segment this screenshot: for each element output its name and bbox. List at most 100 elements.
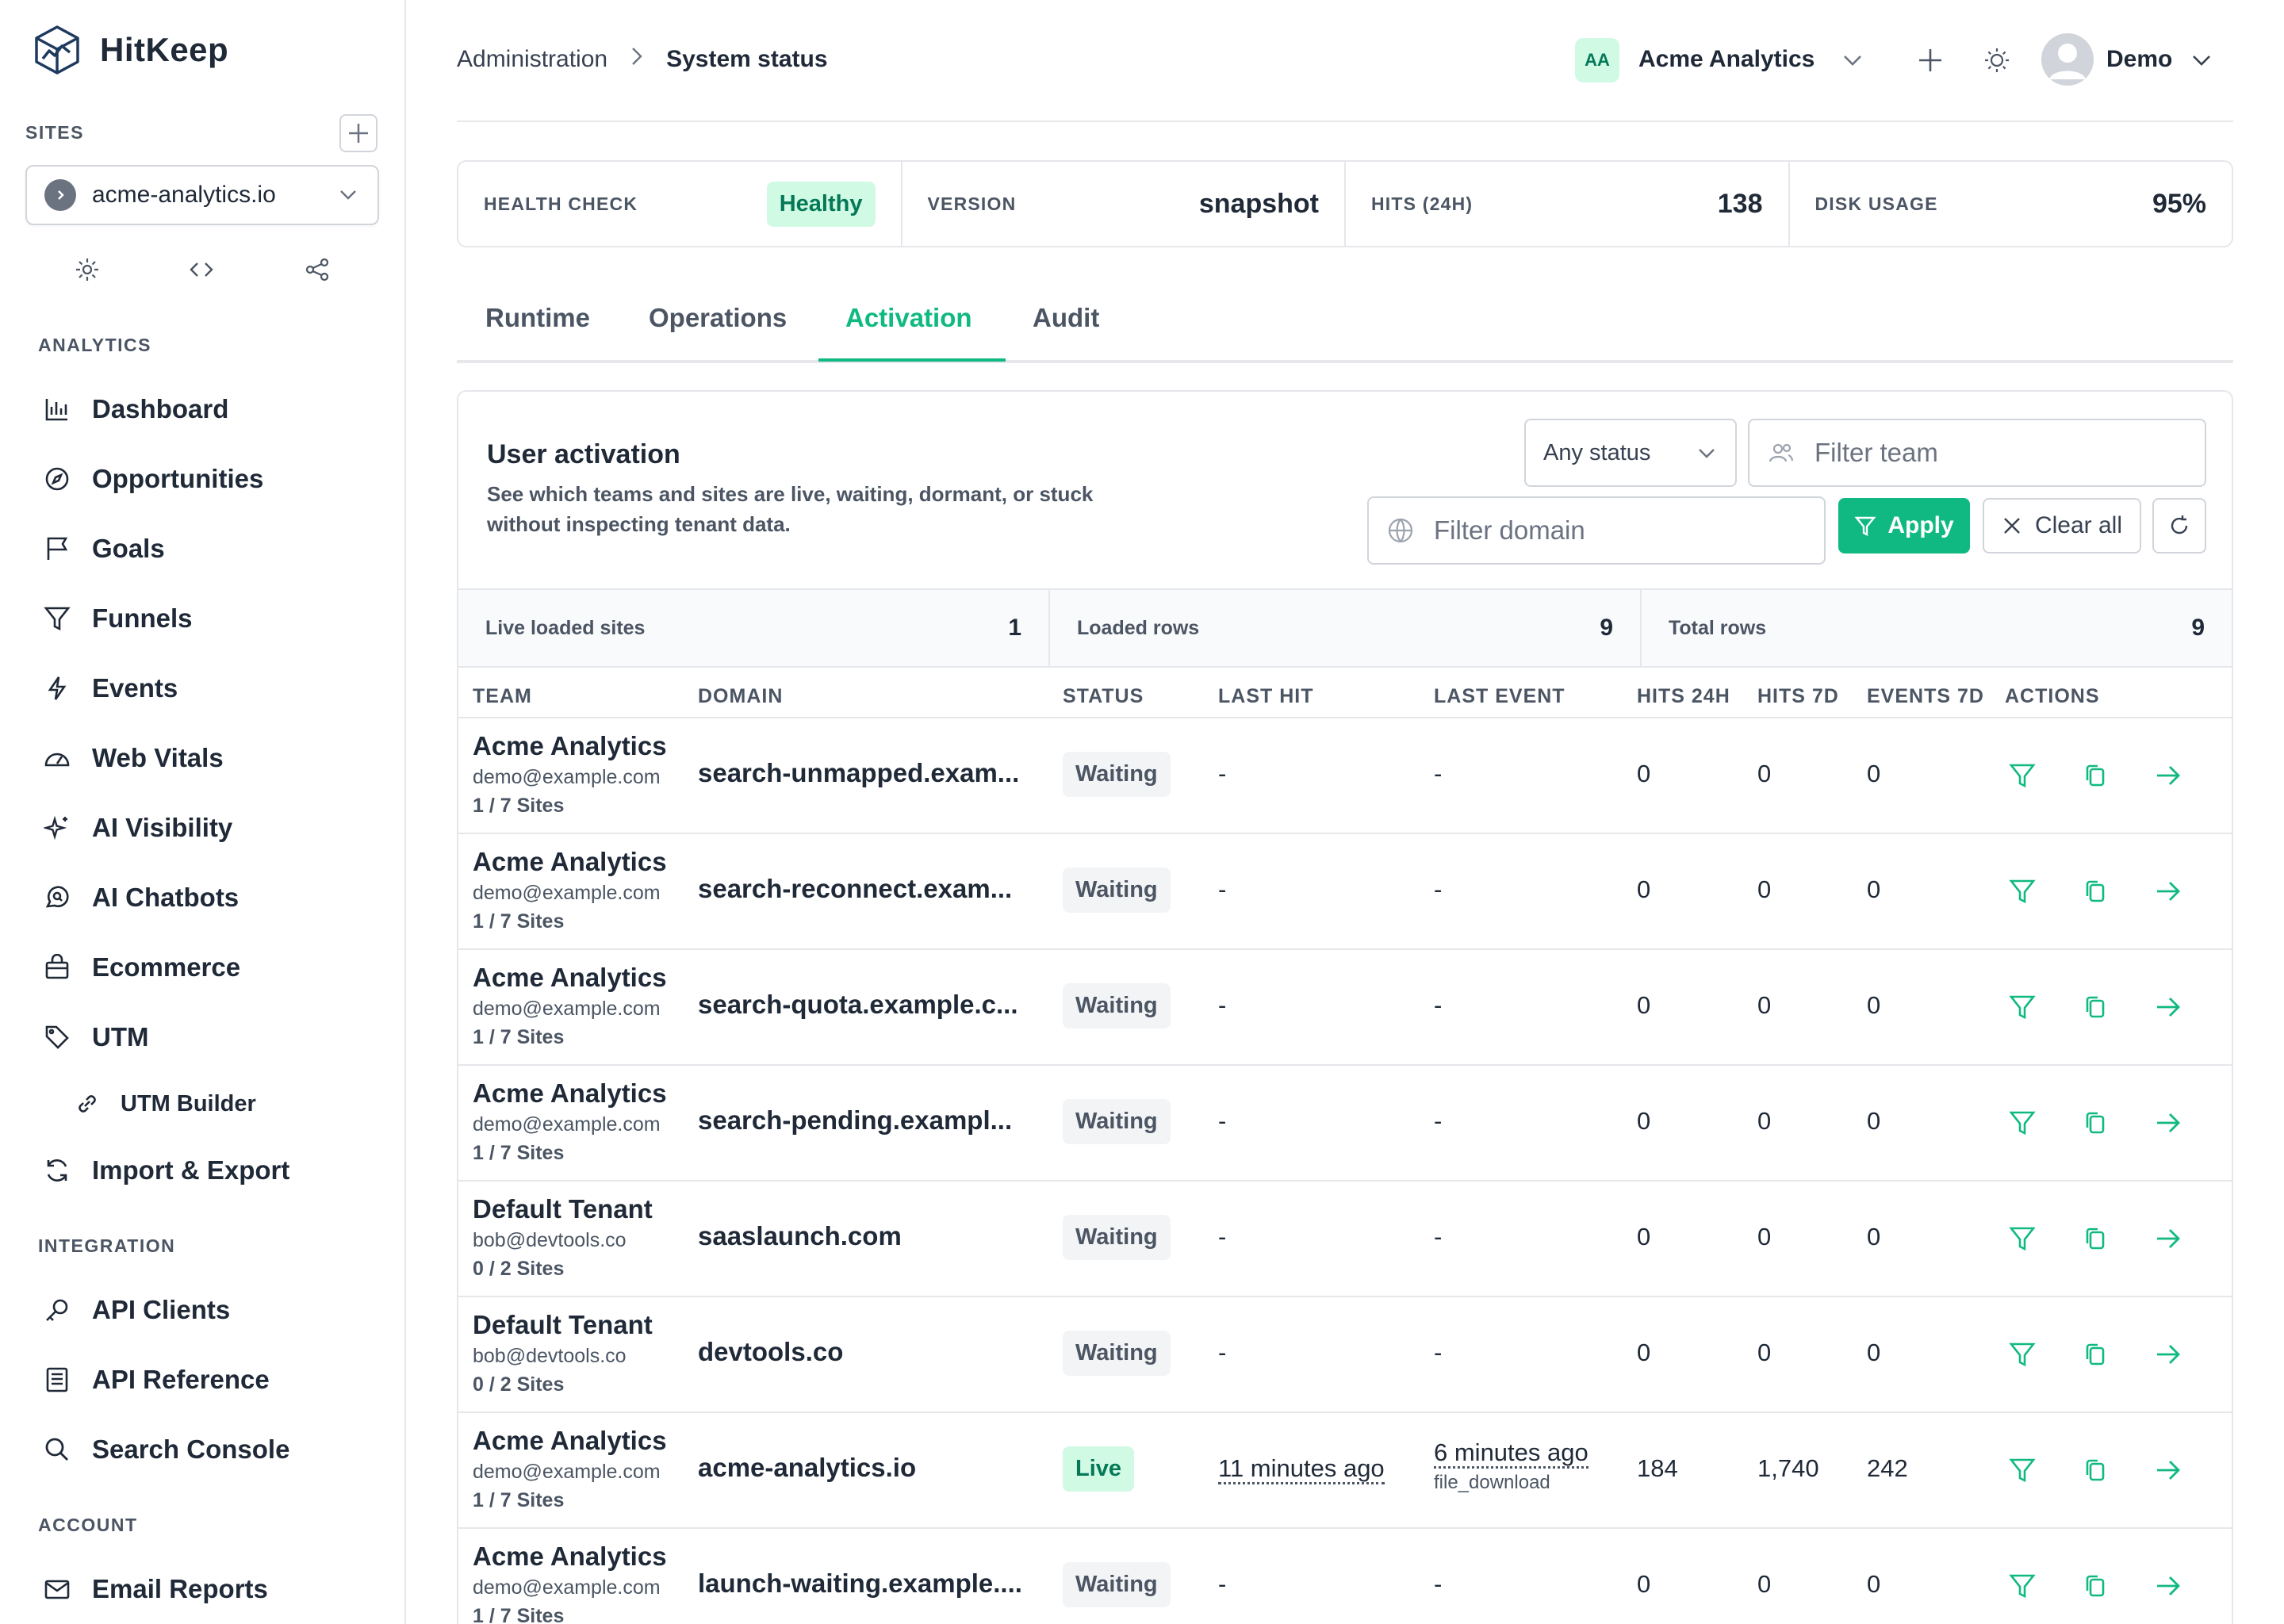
last-event-value: - (1434, 1339, 1443, 1366)
filter-row-button[interactable] (2005, 1105, 2040, 1140)
nav-item-funnels[interactable]: Funnels (41, 595, 193, 642)
hits-24h-cell: 0 (1637, 1339, 1651, 1366)
brand[interactable]: HitKeep (33, 24, 228, 76)
apply-button[interactable]: Apply (1838, 498, 1970, 553)
filter-row-button[interactable] (2005, 1568, 2040, 1603)
last-hit-value[interactable]: 11 minutes ago (1218, 1454, 1385, 1484)
nav-section-integration: INTEGRATION (38, 1235, 176, 1256)
nav-item-label: Events (92, 673, 178, 703)
status-filter-select[interactable]: Any status (1524, 419, 1737, 487)
nav-item-label: Goals (92, 534, 165, 563)
active-tab-indicator (818, 358, 1006, 362)
nav-item-label: API Reference (92, 1365, 270, 1394)
user-name[interactable]: Demo (2106, 46, 2172, 73)
nav-item-ecommerce[interactable]: Ecommerce (41, 944, 240, 991)
summary-value: 9 (2191, 615, 2205, 641)
column-header-hits-7d[interactable]: HITS 7D (1757, 685, 1839, 708)
open-row-button[interactable] (2151, 990, 2186, 1025)
tab-operations[interactable]: Operations (649, 303, 787, 333)
funnel-icon (2009, 995, 2036, 1020)
copy-row-button[interactable] (2078, 874, 2113, 909)
nav-item-events[interactable]: Events (41, 665, 178, 712)
filter-row-button[interactable] (2005, 990, 2040, 1025)
nav-item-api-clients[interactable]: API Clients (41, 1286, 230, 1334)
theme-toggle-button[interactable] (1978, 41, 2016, 79)
search-icon (41, 1434, 73, 1465)
hits-7d-cell: 0 (1757, 1339, 1772, 1366)
stat-label: HITS (24H) (1371, 193, 1473, 214)
user-icon (2041, 33, 2094, 86)
nav-item-email-reports[interactable]: Email Reports (41, 1565, 268, 1613)
column-header-team[interactable]: TEAM (473, 685, 532, 708)
tab-audit[interactable]: Audit (1033, 303, 1099, 333)
add-button[interactable] (1911, 41, 1949, 79)
site-code-button[interactable] (184, 252, 219, 287)
column-header-hits-24h[interactable]: HITS 24H (1637, 685, 1730, 708)
arrow-right-icon (2157, 1461, 2180, 1480)
domain-cell: acme-analytics.io (698, 1453, 917, 1482)
open-row-button[interactable] (2151, 1568, 2186, 1603)
nav-item-goals[interactable]: Goals (41, 525, 165, 573)
add-site-button[interactable] (339, 114, 377, 152)
breadcrumb-root[interactable]: Administration (457, 46, 607, 73)
team-name: Acme Analytics (473, 963, 667, 992)
filter-row-button[interactable] (2005, 874, 2040, 909)
filter-domain-input[interactable]: Filter domain (1367, 496, 1826, 565)
open-row-button[interactable] (2151, 874, 2186, 909)
nav-item-import-export[interactable]: Import & Export (41, 1147, 289, 1194)
sun-icon (1985, 48, 2009, 72)
nav-item-ai-visibility[interactable]: AI Visibility (41, 804, 232, 852)
team-switcher-chevron[interactable] (1834, 41, 1872, 79)
nav-item-opportunities[interactable]: Opportunities (41, 455, 263, 503)
tab-activation[interactable]: Activation (845, 303, 972, 333)
nav-item-utm-builder[interactable]: UTM Builder (73, 1080, 256, 1128)
open-row-button[interactable] (2151, 1337, 2186, 1372)
team-switcher[interactable]: Acme Analytics (1638, 46, 1815, 73)
nav-item-api-reference[interactable]: API Reference (41, 1356, 270, 1404)
copy-row-button[interactable] (2078, 1221, 2113, 1256)
nav-item-ai-chatbots[interactable]: AI Chatbots (41, 874, 239, 921)
copy-row-button[interactable] (2078, 1337, 2113, 1372)
open-row-button[interactable] (2151, 758, 2186, 793)
nav-item-label: UTM (92, 1022, 149, 1051)
column-header-last-event[interactable]: LAST EVENT (1434, 685, 1565, 708)
summary-label: Live loaded sites (485, 616, 646, 639)
filter-team-input[interactable]: Filter team (1748, 419, 2206, 487)
open-row-button[interactable] (2151, 1221, 2186, 1256)
site-selector[interactable]: acme-analytics.io (25, 165, 379, 225)
table-row: Acme Analytics demo@example.com 1 / 7 Si… (458, 834, 2232, 950)
last-event-value[interactable]: 6 minutes ago (1434, 1438, 1588, 1469)
nav-item-search-console[interactable]: Search Console (41, 1426, 289, 1473)
column-header-domain[interactable]: DOMAIN (698, 685, 783, 708)
nav-item-dashboard[interactable]: Dashboard (41, 385, 228, 433)
copy-row-button[interactable] (2078, 1568, 2113, 1603)
filter-row-button[interactable] (2005, 1337, 2040, 1372)
refresh-button[interactable] (2152, 498, 2206, 553)
open-row-button[interactable] (2151, 1105, 2186, 1140)
clear-all-button[interactable]: Clear all (1983, 498, 2141, 553)
filter-row-button[interactable] (2005, 1453, 2040, 1488)
team-email: demo@example.com (473, 998, 661, 1020)
open-row-button[interactable] (2151, 1453, 2186, 1488)
tab-runtime[interactable]: Runtime (485, 303, 590, 333)
nav-item-utm[interactable]: UTM (41, 1013, 148, 1061)
filter-row-button[interactable] (2005, 758, 2040, 793)
copy-row-button[interactable] (2078, 1105, 2113, 1140)
column-header-last-hit[interactable]: LAST HIT (1218, 685, 1314, 708)
last-event-cell: - (1434, 875, 1442, 904)
user-avatar[interactable] (2041, 33, 2094, 86)
refresh-icon (2171, 515, 2188, 534)
site-settings-button[interactable] (70, 252, 105, 287)
user-menu-chevron[interactable] (2182, 41, 2221, 79)
filter-row-button[interactable] (2005, 1221, 2040, 1256)
copy-row-button[interactable] (2078, 990, 2113, 1025)
site-share-button[interactable] (300, 252, 335, 287)
team-cell: Acme Analytics demo@example.com 1 / 7 Si… (473, 961, 667, 1051)
nav-section-account: ACCOUNT (38, 1515, 138, 1535)
nav-item-web-vitals[interactable]: Web Vitals (41, 734, 224, 782)
column-header-status[interactable]: STATUS (1063, 685, 1144, 708)
team-avatar[interactable]: AA (1575, 38, 1619, 82)
copy-row-button[interactable] (2078, 758, 2113, 793)
copy-row-button[interactable] (2078, 1453, 2113, 1488)
site-favicon-icon (44, 179, 76, 211)
